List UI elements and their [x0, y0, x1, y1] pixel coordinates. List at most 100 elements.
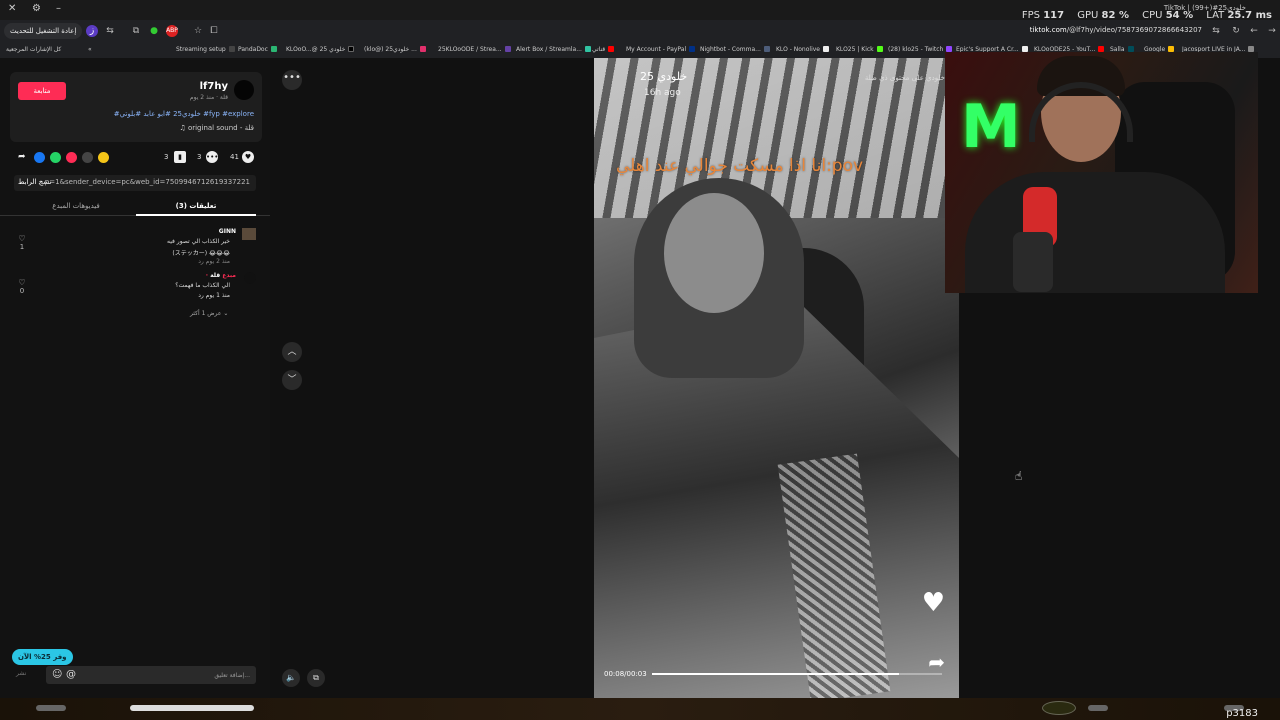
- emoji-icon[interactable]: ☺: [52, 669, 62, 680]
- video-progress-fill: [652, 673, 899, 675]
- bookmark-item[interactable]: KLO25 | Kick: [836, 46, 883, 53]
- tab-comments[interactable]: تعليقات (3): [136, 202, 256, 210]
- address-bar[interactable]: tiktok.com/@lf7hy/video/7587369072866643…: [1030, 26, 1202, 34]
- comment-text: الي الكذاب ما فهمت؟: [175, 282, 230, 289]
- bookmark-item[interactable]: Streaming setup: [176, 46, 235, 53]
- view-more-replies[interactable]: عرض 1 أكثر ⌄: [190, 310, 228, 317]
- bookmark-favicon: [504, 46, 511, 52]
- comment-input[interactable]: [100, 668, 250, 682]
- taskbar-item[interactable]: [130, 705, 254, 711]
- next-video-button[interactable]: ﹀: [282, 370, 302, 390]
- taskbar-item[interactable]: [1042, 701, 1076, 715]
- bookmark-item[interactable]: Alert Box / Streamla...: [516, 46, 591, 53]
- comment-icon[interactable]: •••: [206, 151, 218, 163]
- heart-icon[interactable]: ♥: [922, 588, 945, 618]
- video-frame-face: [664, 193, 764, 313]
- chevron-up-icon: ︿: [287, 347, 297, 357]
- bookmark-favicon: [270, 46, 277, 52]
- author-username[interactable]: lf7hy: [200, 81, 228, 92]
- back-icon[interactable]: ←: [1248, 25, 1260, 37]
- comment-like[interactable]: ♡ 0: [14, 278, 30, 295]
- facebook-icon[interactable]: [34, 152, 45, 163]
- video-progress-bar[interactable]: [652, 673, 942, 675]
- commenter-name[interactable]: GINN: [219, 228, 236, 235]
- extensions-puzzle-icon[interactable]: ⧉: [130, 25, 142, 37]
- follow-button[interactable]: متابعة: [18, 82, 66, 100]
- bookmark-item[interactable]: Nightbot - Comma...: [700, 46, 770, 53]
- pip-icon[interactable]: ⧉: [307, 669, 325, 687]
- bookmark-item[interactable]: (28) klo25 - Twitch: [888, 46, 953, 53]
- post-meta: قلة · منذ 2 يوم: [189, 94, 228, 101]
- volume-icon[interactable]: 🔈: [282, 669, 300, 687]
- post-comment-button[interactable]: نشر: [16, 670, 26, 677]
- comment-text: خير الكذاب الي تصور فيه: [167, 238, 230, 245]
- hand-cursor-icon: ☝: [1015, 469, 1023, 483]
- embed-icon[interactable]: [82, 152, 93, 163]
- video-player[interactable]: خلودي 25 16h ago خلودي على محتوى ذي صلة …: [594, 58, 959, 698]
- video-time-ago: 16h ago: [644, 88, 681, 98]
- video-timecode: 00:08/00:03: [604, 670, 647, 678]
- comment-item: ♡ 1 GINN خير الكذاب الي تصور فيه (ステッカー) …: [14, 228, 256, 268]
- bookmark-favicon: [763, 46, 770, 52]
- extension-icon[interactable]: ●: [148, 25, 160, 37]
- bookmark-item[interactable]: PandaDoc: [238, 46, 277, 53]
- minimize-icon[interactable]: –: [56, 3, 61, 14]
- bookmark-favicon: [348, 46, 355, 52]
- author-avatar[interactable]: [234, 80, 254, 100]
- share-icon[interactable]: ⧠: [208, 25, 220, 37]
- tiktok-share-icon[interactable]: [66, 152, 77, 163]
- bookmark-item[interactable]: كل الإشارات المرجعية: [6, 46, 61, 53]
- taskbar-item[interactable]: [36, 705, 66, 711]
- share-arrow-icon[interactable]: ➦: [928, 650, 945, 674]
- whatsapp-icon[interactable]: [50, 152, 61, 163]
- extension-icon[interactable]: ز: [86, 25, 98, 37]
- settings-icon[interactable]: ⚙: [32, 3, 41, 14]
- bookmark-item[interactable]: My Account - PayPal: [626, 46, 696, 53]
- install-app-icon[interactable]: ⇆: [1210, 25, 1222, 37]
- post-sound[interactable]: ♫ original sound - قلة: [179, 124, 254, 132]
- repost-icon[interactable]: [98, 152, 109, 163]
- extension-icon[interactable]: ⇆: [104, 25, 116, 37]
- browser-toolbar: إعادة التشغيل للتحديث ز ⇆ ⧉ ● ABP ☆ ⧠ ti…: [0, 20, 1280, 42]
- bookmark-item[interactable]: KLO - Nonolive: [776, 46, 829, 53]
- streamer-body: [965, 172, 1225, 293]
- heart-outline-icon[interactable]: ♡: [18, 278, 25, 287]
- taskbar-item[interactable]: [1088, 705, 1108, 711]
- restart-to-update-button[interactable]: إعادة التشغيل للتحديث: [4, 23, 83, 39]
- mention-icon[interactable]: @: [66, 669, 76, 680]
- bookmark-item[interactable]: KLOoO...@ خلودي 25: [286, 46, 355, 53]
- bookmark-item[interactable]: قناتي: [592, 46, 615, 53]
- heart-outline-icon[interactable]: ♡: [18, 234, 25, 243]
- post-details-panel: متابعة lf7hy قلة · منذ 2 يوم #خلودي25 #ا…: [0, 58, 270, 698]
- commenter-avatar[interactable]: [242, 228, 256, 240]
- comment-like-count: 1: [19, 243, 25, 251]
- tab-creator-videos[interactable]: فيديوهات المبدع: [16, 202, 136, 210]
- stream-label: p3183: [1226, 708, 1258, 719]
- comment-input-wrapper: ☺ @: [46, 666, 256, 684]
- share-arrow-icon[interactable]: ➦: [18, 152, 29, 163]
- adblock-icon[interactable]: ABP: [166, 25, 178, 37]
- promo-badge[interactable]: وفر 25% الآن: [12, 649, 73, 665]
- comment-like[interactable]: ♡ 1: [14, 234, 30, 251]
- bookmark-item[interactable]: 25KLOoODE / Strea...: [438, 46, 511, 53]
- post-info-card: متابعة lf7hy قلة · منذ 2 يوم #خلودي25 #ا…: [10, 72, 262, 142]
- video-caption: انا اذا مسكت جوالي عند اهلي:pov: [616, 156, 864, 176]
- post-hashtags[interactable]: #خلودي25 #ابو عابد #بلوتي #fyp #explore: [114, 110, 254, 118]
- bookmark-star-icon[interactable]: ☆: [192, 25, 204, 37]
- post-link-text: ...p=1&sender_device=pc&web_id=750994671…: [38, 178, 250, 186]
- commenter-avatar[interactable]: [244, 272, 256, 284]
- video-author-watermark: خلودي 25: [640, 70, 688, 83]
- forward-icon[interactable]: →: [1266, 25, 1278, 37]
- music-note-icon: ♫: [179, 124, 188, 132]
- copy-link-box: نسخ الرابط ...p=1&sender_device=pc&web_i…: [14, 175, 256, 191]
- reload-icon[interactable]: ↻: [1230, 25, 1242, 37]
- more-options-button[interactable]: •••: [282, 70, 302, 90]
- close-icon[interactable]: ✕: [8, 3, 16, 14]
- commenter-name[interactable]: · مبدع قلة: [206, 272, 236, 279]
- chevron-icon[interactable]: «: [88, 46, 92, 53]
- bookmark-icon[interactable]: ▮: [174, 151, 186, 163]
- comment-item: ♡ 0 · مبدع قلة الي الكذاب ما فهمت؟ منذ 1 …: [14, 272, 256, 306]
- heart-icon[interactable]: ♥: [242, 151, 254, 163]
- bookmark-item[interactable]: (klo@) خلودي25 ...: [364, 46, 426, 53]
- previous-video-button[interactable]: ︿: [282, 342, 302, 362]
